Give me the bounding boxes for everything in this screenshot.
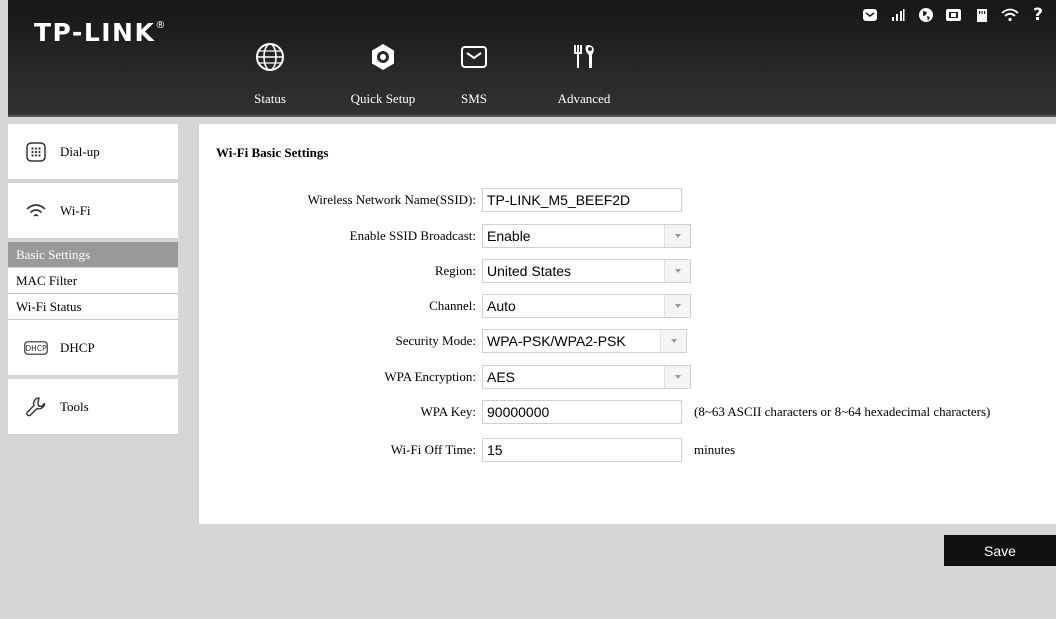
security-row: Security Mode: WPA-PSK/WPA2-PSK — [199, 329, 1056, 353]
wpa-key-input[interactable]: 90000000 — [482, 400, 682, 424]
offtime-row: Wi-Fi Off Time: 15 minutes — [199, 438, 1056, 462]
region-row: Region: United States — [199, 259, 1056, 283]
offtime-unit: minutes — [694, 442, 736, 457]
help-icon[interactable]: ? — [1024, 5, 1052, 25]
encryption-row: WPA Encryption: AES — [199, 365, 1056, 389]
region-label: Region: — [434, 263, 476, 278]
dhcp-icon: DHCP — [24, 336, 48, 360]
battery-icon — [940, 5, 968, 25]
sidebar-subitem-wifi-status[interactable]: Wi-Fi Status — [8, 294, 178, 320]
sidebar-item-wifi[interactable]: Wi-Fi — [8, 183, 178, 239]
wrench-icon — [24, 395, 48, 419]
dropdown-arrow-icon — [660, 330, 686, 352]
wpa-key-hint: (8~63 ASCII characters or 8~64 hexadecim… — [694, 404, 991, 419]
settings-gear-icon — [368, 42, 398, 72]
status-icons-bar: ? — [856, 4, 1052, 26]
dropdown-arrow-icon — [664, 225, 690, 247]
channel-select[interactable]: Auto — [482, 294, 691, 318]
sidebar-subitem-basic-settings[interactable]: Basic Settings — [8, 242, 178, 268]
wifi-icon — [24, 199, 48, 223]
offtime-label: Wi-Fi Off Time: — [390, 442, 476, 457]
security-value: WPA-PSK/WPA2-PSK — [487, 333, 626, 349]
sidebar-item-dialup[interactable]: Dial-up — [8, 124, 178, 180]
save-button[interactable]: Save — [944, 535, 1056, 566]
encryption-value: AES — [487, 369, 516, 385]
channel-label: Channel: — [429, 298, 476, 313]
wifi-basic-settings-panel: Wi-Fi Basic Settings Wireless Network Na… — [199, 124, 1056, 524]
nav-sms[interactable]: SMS — [451, 0, 497, 117]
fork-wrench-icon — [569, 42, 599, 72]
internet-icon — [912, 5, 940, 25]
broadcast-label: Enable SSID Broadcast: — [349, 228, 476, 243]
offtime-input[interactable]: 15 — [482, 438, 682, 462]
dialpad-icon — [24, 140, 48, 164]
broadcast-value: Enable — [487, 228, 531, 244]
nav-quick-setup-label: Quick Setup — [350, 91, 416, 106]
envelope-icon — [459, 42, 489, 72]
security-select[interactable]: WPA-PSK/WPA2-PSK — [482, 329, 687, 353]
sidebar-item-tools[interactable]: Tools — [8, 379, 178, 435]
sidebar-item-label: Dial-up — [60, 143, 100, 159]
ssid-input[interactable]: TP-LINK_M5_BEEF2D — [482, 188, 682, 212]
page-title: Wi-Fi Basic Settings — [216, 145, 329, 160]
broadcast-row: Enable SSID Broadcast: Enable — [199, 224, 1056, 248]
dropdown-arrow-icon — [664, 260, 690, 282]
channel-row: Channel: Auto — [199, 294, 1056, 318]
nav-quick-setup[interactable]: Quick Setup — [341, 0, 425, 117]
sidebar-item-label: Wi-Fi — [60, 202, 91, 218]
wpa-key-row: WPA Key: 90000000 (8~63 ASCII characters… — [199, 400, 1056, 424]
ssid-label: Wireless Network Name(SSID): — [307, 192, 476, 207]
dropdown-arrow-icon — [664, 295, 690, 317]
sidebar-item-label: DHCP — [60, 339, 95, 355]
tp-link-logo: TP-LINK® — [34, 18, 167, 47]
nav-sms-label: SMS — [460, 91, 488, 106]
sidebar-item-label: Tools — [60, 398, 89, 414]
nav-advanced-label: Advanced — [557, 91, 611, 106]
globe-icon — [255, 42, 285, 72]
wifi-icon — [996, 5, 1024, 25]
encryption-select[interactable]: AES — [482, 365, 691, 389]
wpa-key-label: WPA Key: — [420, 404, 477, 419]
sd-card-icon — [968, 5, 996, 25]
top-header: TP-LINK® Status Quick Setup SMS Advanced… — [8, 0, 1056, 117]
dropdown-arrow-icon — [664, 366, 690, 388]
broadcast-select[interactable]: Enable — [482, 224, 691, 248]
security-label: Security Mode: — [395, 333, 476, 348]
region-select[interactable]: United States — [482, 259, 691, 283]
sidebar-item-dhcp[interactable]: DHCP DHCP — [8, 320, 178, 376]
sidebar: Dial-up Wi-Fi Basic Settings MAC Filter … — [8, 124, 178, 435]
encryption-label: WPA Encryption: — [384, 369, 476, 384]
nav-status[interactable]: Status — [240, 0, 300, 117]
region-value: United States — [487, 263, 572, 279]
channel-value: Auto — [487, 298, 516, 314]
signal-icon — [884, 5, 912, 25]
sidebar-subitem-mac-filter[interactable]: MAC Filter — [8, 268, 178, 294]
nav-status-label: Status — [254, 91, 286, 106]
dhcp-badge-text: DHCP — [25, 344, 47, 353]
sms-icon[interactable] — [856, 5, 884, 25]
nav-advanced[interactable]: Advanced — [546, 0, 622, 117]
ssid-row: Wireless Network Name(SSID): TP-LINK_M5_… — [199, 188, 1056, 212]
